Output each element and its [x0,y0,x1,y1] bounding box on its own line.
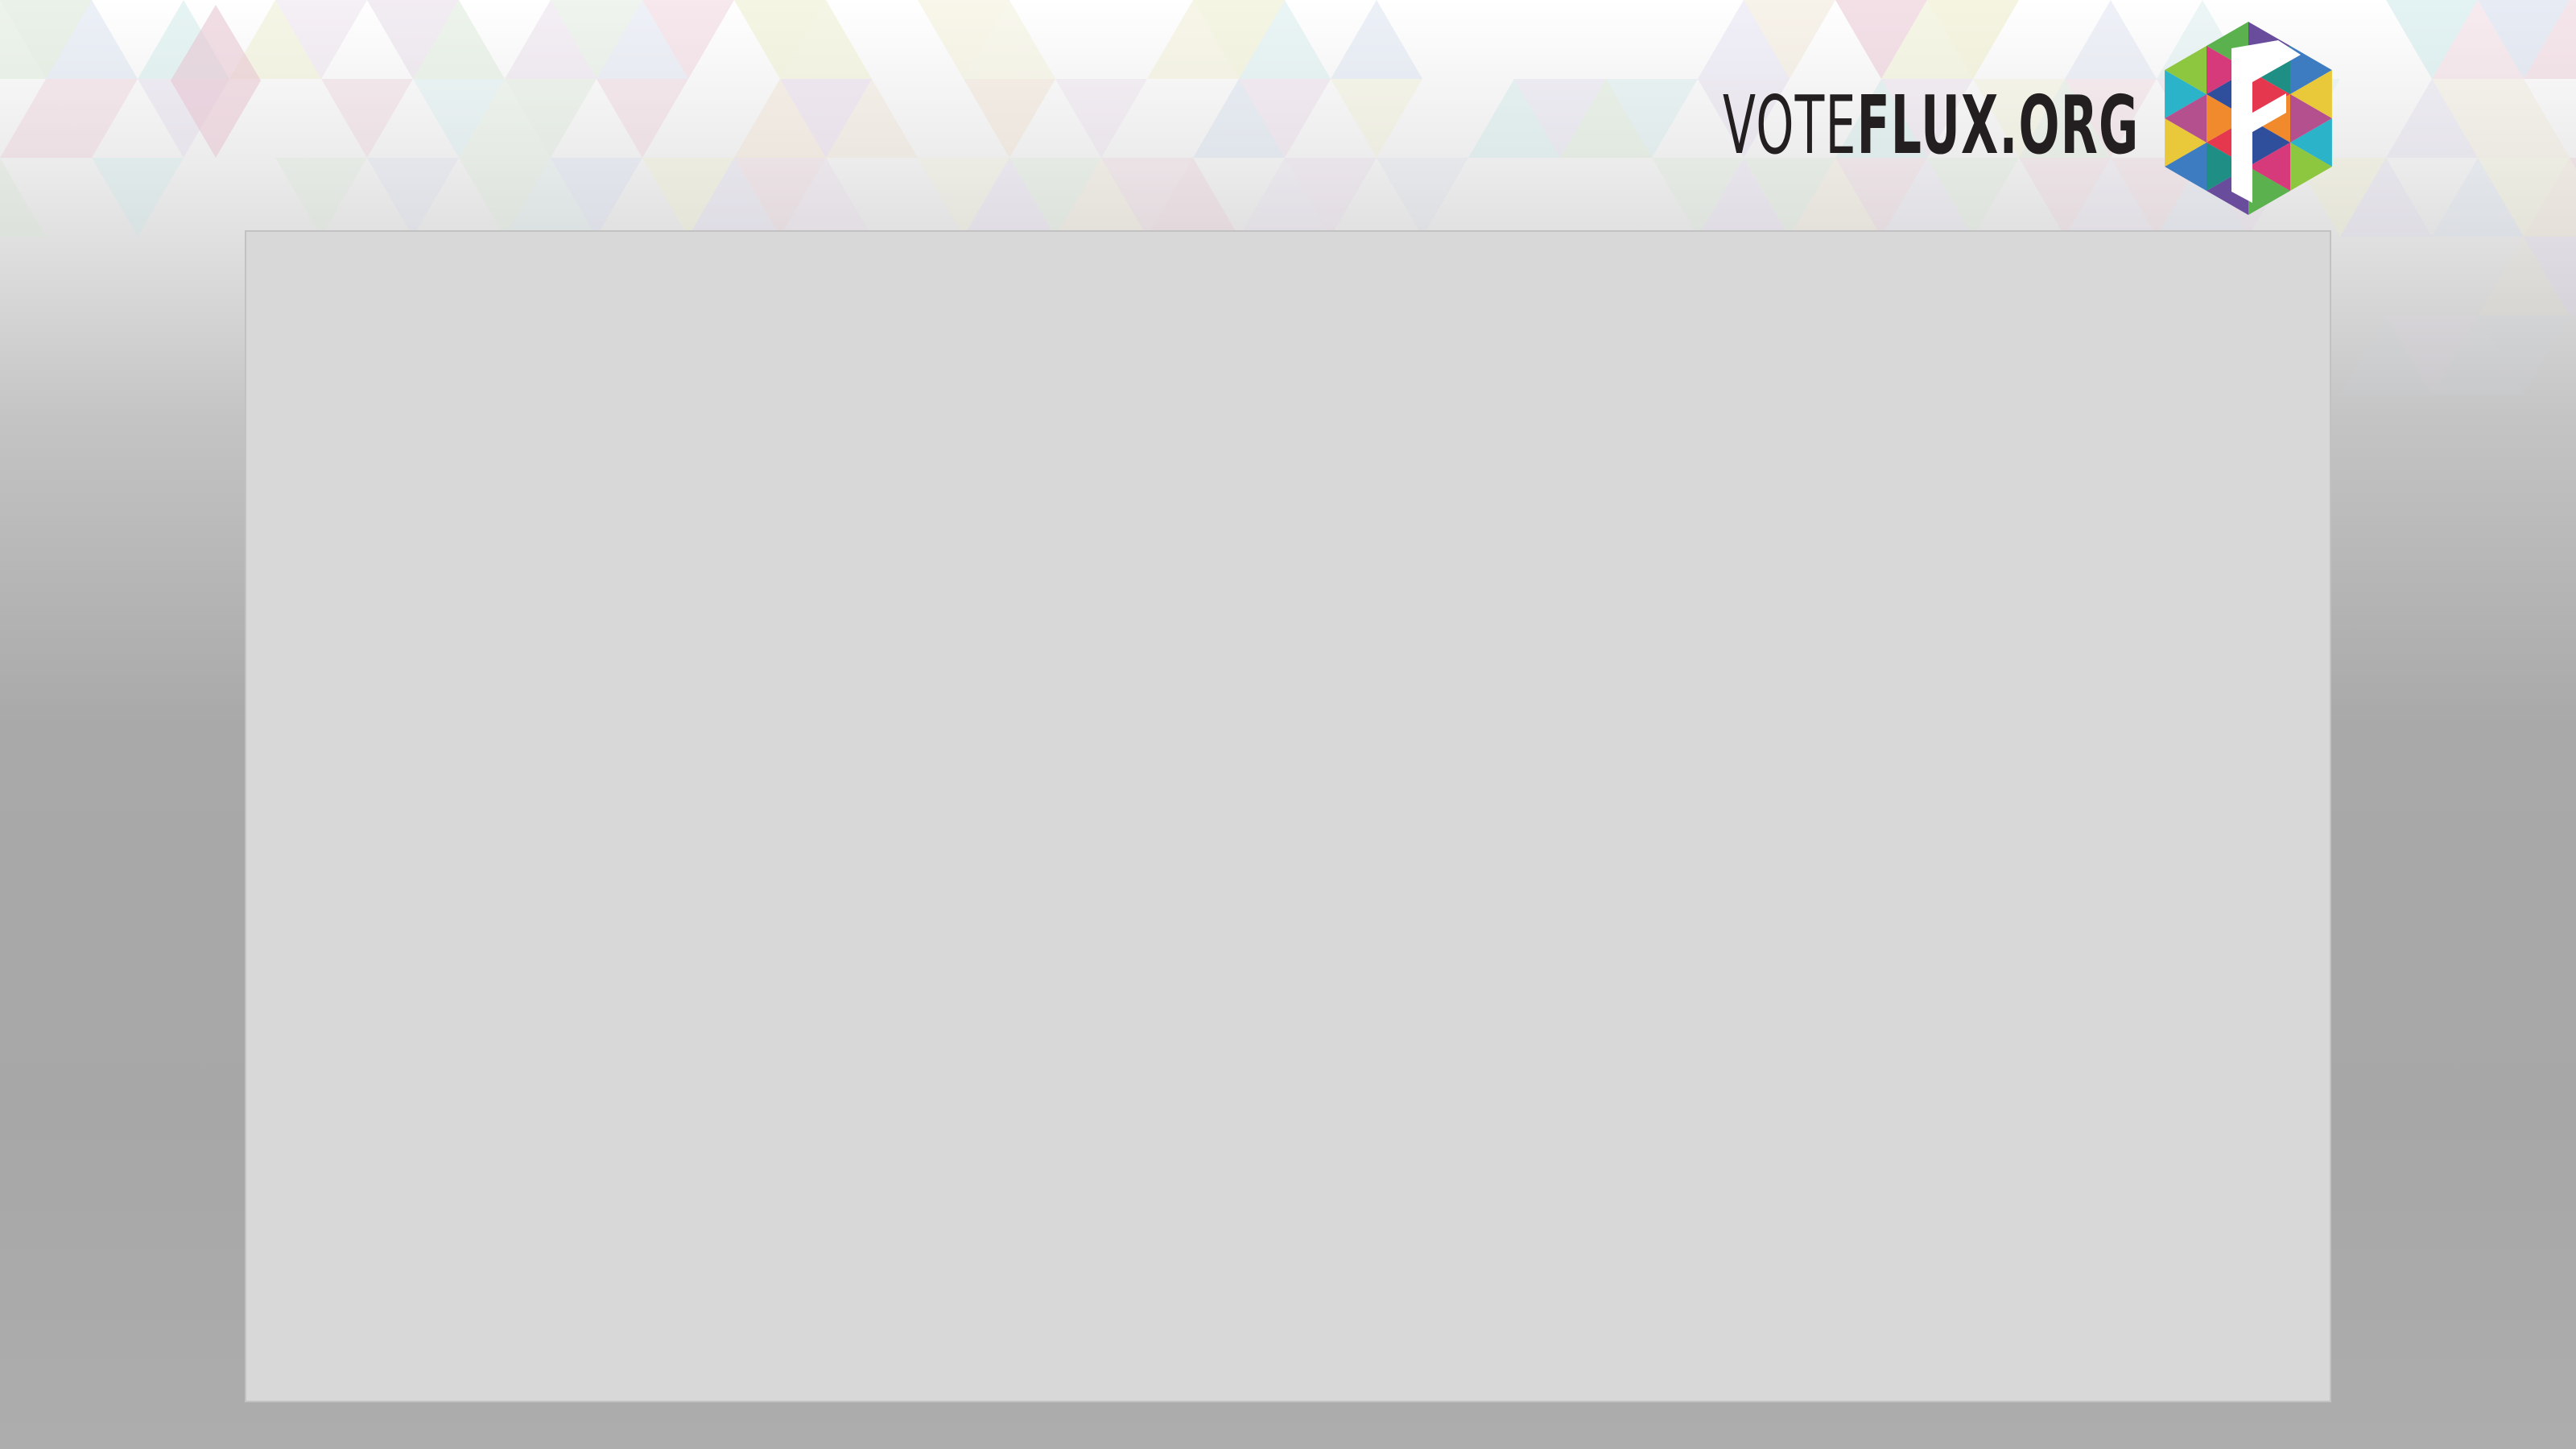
content-panel [245,230,2331,1402]
background-triangle [367,158,459,237]
background-triangle [321,79,413,158]
background-triangle [1377,158,1468,237]
background-triangle [275,158,367,237]
voteflux-logo: VOTEFLUX.ORG [1723,19,2339,217]
logo-text-flux-org: FLUX.ORG [1856,78,2140,172]
background-triangle [1331,79,1422,158]
background-triangle [964,79,1055,158]
background-triangle [1055,79,1147,158]
background-triangle [92,158,184,237]
flux-hexagon-logo-icon [2165,22,2332,215]
logo-text-vote: VOTE [1723,78,1857,172]
background-triangle [1331,0,1422,79]
background-triangle [0,158,46,237]
logo-wordmark: VOTEFLUX.ORG [1723,69,2140,182]
background-triangle [597,79,688,158]
